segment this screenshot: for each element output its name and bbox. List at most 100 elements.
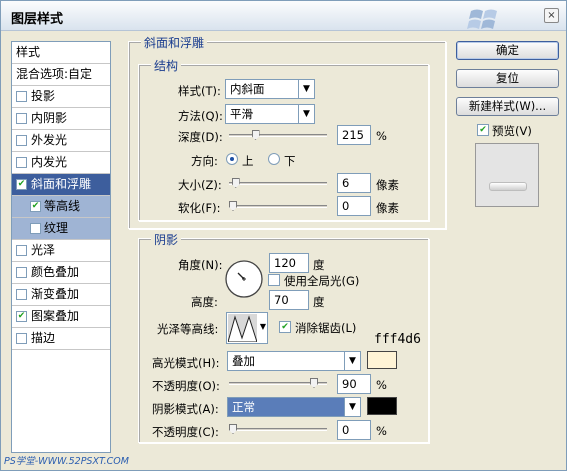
close-button[interactable]: ×	[544, 8, 559, 23]
shadow-mode-value: 正常	[232, 400, 255, 414]
technique-value: 平滑	[230, 107, 253, 121]
size-label: 大小(Z):	[178, 178, 222, 192]
highlight-mode-select[interactable]: 叠加 ▼	[227, 351, 361, 371]
style-checkbox[interactable]	[16, 333, 27, 344]
style-list-item[interactable]: 外发光	[12, 130, 110, 152]
style-list-item-label: 外发光	[31, 133, 68, 147]
style-list-header[interactable]: 样式	[12, 42, 110, 64]
preview-swatch	[489, 182, 527, 191]
shadow-opacity-unit: %	[376, 424, 387, 438]
style-checkbox[interactable]	[16, 113, 27, 124]
title-bar: 图层样式 ×	[1, 1, 566, 31]
style-list-item-label: 描边	[31, 331, 56, 345]
style-list-item[interactable]: 光泽	[12, 240, 110, 262]
angle-input[interactable]: 120	[269, 253, 309, 273]
altitude-input[interactable]: 70	[269, 290, 309, 310]
watermark: PS学堂-WWW.52PSXT.COM	[4, 456, 129, 467]
style-checkbox[interactable]: ✔	[16, 179, 27, 190]
style-list-item[interactable]: ✔ 斜面和浮雕	[12, 174, 110, 196]
direction-down-label: 下	[284, 154, 296, 168]
direction-label: 方向:	[191, 154, 218, 168]
highlight-mode-value: 叠加	[232, 354, 255, 368]
new-style-button[interactable]: 新建样式(W)...	[456, 97, 559, 116]
preview-checkbox[interactable]: ✔	[477, 124, 489, 136]
technique-select[interactable]: 平滑 ▼	[225, 104, 315, 124]
shadow-opacity-input[interactable]: 0	[337, 420, 371, 440]
style-list-item-label: 等高线	[44, 199, 81, 213]
soften-unit: 像素	[376, 201, 399, 215]
bevel-style-select[interactable]: 内斜面 ▼	[225, 79, 315, 99]
highlight-opacity-label: 不透明度(O):	[152, 379, 220, 393]
shadow-color-swatch[interactable]	[367, 397, 397, 415]
antialias-checkbox[interactable]: ✔	[279, 321, 291, 333]
style-list-item-label: 图案叠加	[31, 309, 80, 323]
ok-button[interactable]: 确定	[456, 41, 559, 60]
soften-label: 软化(F):	[178, 201, 221, 215]
global-light-checkbox[interactable]	[268, 274, 280, 286]
style-checkbox[interactable]	[30, 223, 41, 234]
angle-dial[interactable]	[224, 259, 264, 299]
soften-input[interactable]: 0	[337, 196, 371, 216]
highlight-opacity-input[interactable]: 90	[337, 374, 371, 394]
style-list-item[interactable]: ✔ 图案叠加	[12, 306, 110, 328]
direction-up-radio[interactable]	[226, 153, 238, 165]
chevron-down-icon: ▼	[259, 322, 266, 331]
blend-options-item[interactable]: 混合选项:自定	[12, 64, 110, 86]
style-checkbox[interactable]	[16, 267, 27, 278]
style-list-header-label: 样式	[16, 45, 41, 59]
soften-slider-track[interactable]	[229, 205, 327, 208]
angle-label: 角度(N):	[178, 258, 223, 272]
gloss-contour-picker[interactable]: ▼	[226, 312, 268, 344]
style-checkbox[interactable]	[16, 289, 27, 300]
depth-unit: %	[376, 129, 387, 143]
antialias-label: 消除锯齿(L)	[295, 321, 357, 335]
reset-button[interactable]: 复位	[456, 69, 559, 88]
highlight-color-swatch[interactable]	[367, 351, 397, 369]
global-light-label: 使用全局光(G)	[284, 274, 360, 288]
style-list-item[interactable]: 描边	[12, 328, 110, 350]
gloss-contour-label: 光泽等高线:	[157, 322, 219, 336]
style-list-item[interactable]: 内发光	[12, 152, 110, 174]
technique-label: 方法(Q):	[178, 109, 223, 123]
color-annotation: fff4d6	[374, 332, 421, 347]
size-slider-track[interactable]	[229, 182, 327, 185]
style-checkbox[interactable]	[16, 245, 27, 256]
style-list-item[interactable]: 纹理	[12, 218, 110, 240]
gloss-contour-preview	[228, 314, 257, 342]
style-list-item-label: 光泽	[31, 243, 56, 257]
altitude-unit: 度	[313, 295, 325, 309]
style-list-item-label: 斜面和浮雕	[31, 177, 92, 191]
style-label: 样式(T):	[178, 84, 221, 98]
shadow-mode-label: 阴影模式(A):	[152, 402, 219, 416]
style-list-item[interactable]: ✔ 等高线	[12, 196, 110, 218]
style-checkbox[interactable]	[16, 157, 27, 168]
style-checkbox[interactable]: ✔	[16, 311, 27, 322]
style-list-item-label: 颜色叠加	[31, 265, 80, 279]
depth-slider-track[interactable]	[229, 134, 327, 137]
style-list-item[interactable]: 内阴影	[12, 108, 110, 130]
style-list: 样式 混合选项:自定 投影 内阴影 外发光 内发光 ✔ 斜面和浮雕 ✔ 等高线 纹理 光泽 颜色叠加…	[11, 41, 111, 453]
style-list-item-label: 投影	[31, 89, 56, 103]
altitude-label: 高度:	[191, 295, 218, 309]
style-list-item[interactable]: 投影	[12, 86, 110, 108]
style-checkbox[interactable]	[16, 135, 27, 146]
style-checkbox[interactable]	[16, 91, 27, 102]
shading-title: 阴影	[151, 231, 182, 248]
structure-title: 结构	[151, 57, 182, 74]
direction-down-radio[interactable]	[268, 153, 280, 165]
depth-input[interactable]: 215	[337, 125, 371, 145]
highlight-opacity-unit: %	[376, 378, 387, 392]
size-input[interactable]: 6	[337, 173, 371, 193]
chevron-down-icon: ▼	[344, 352, 360, 370]
style-list-item-label: 内发光	[31, 155, 68, 169]
style-list-item[interactable]: 颜色叠加	[12, 262, 110, 284]
shadow-opacity-track[interactable]	[229, 428, 327, 431]
style-checkbox[interactable]: ✔	[30, 201, 41, 212]
style-list-item[interactable]: 渐变叠加	[12, 284, 110, 306]
shadow-opacity-label: 不透明度(C):	[152, 425, 219, 439]
angle-unit: 度	[313, 258, 325, 272]
chevron-down-icon: ▼	[344, 398, 360, 416]
style-list-item-label: 渐变叠加	[31, 287, 80, 301]
bevel-style-value: 内斜面	[230, 82, 265, 96]
shadow-mode-select[interactable]: 正常 ▼	[227, 397, 361, 417]
